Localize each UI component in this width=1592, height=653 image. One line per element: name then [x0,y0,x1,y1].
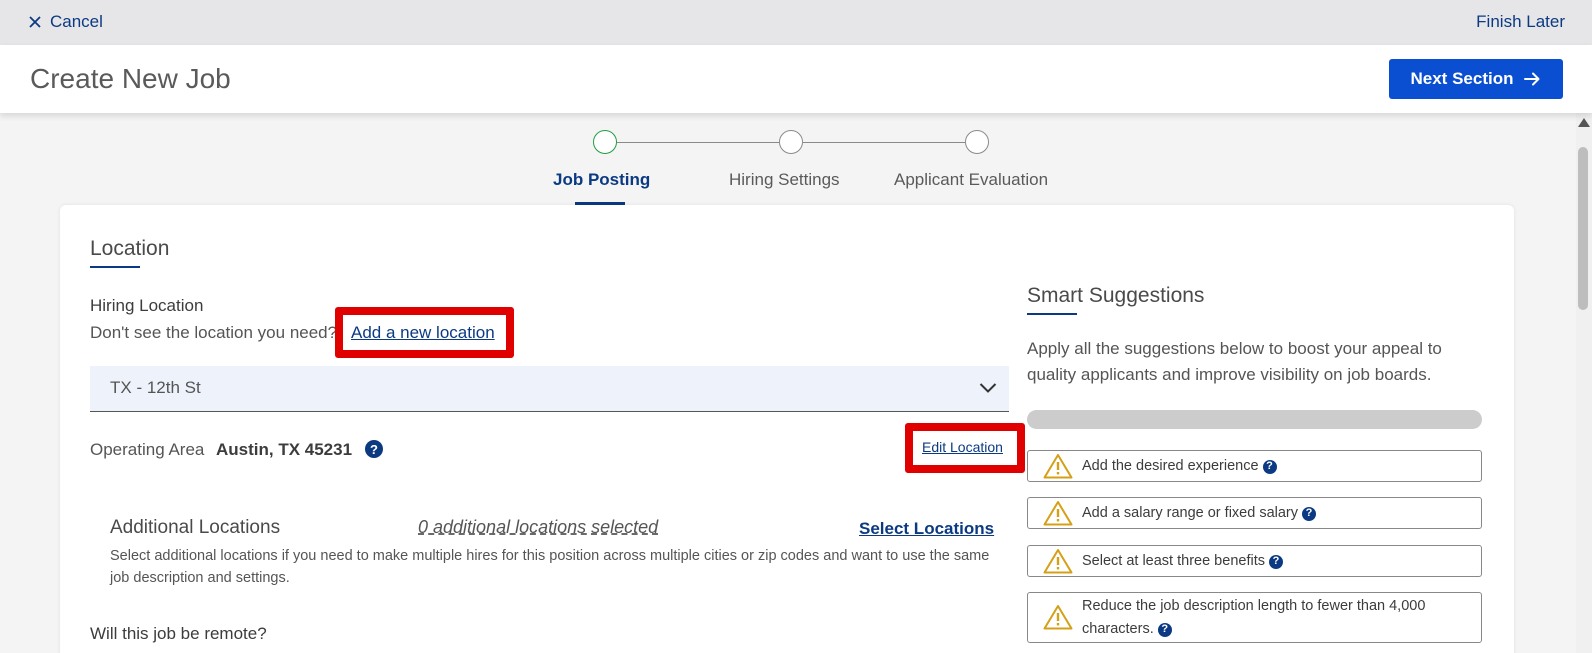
question-circle-icon[interactable]: ? [1302,506,1316,521]
chevron-down-icon [979,383,997,393]
location-section-title: Location [90,237,170,260]
scrollbar-thumb[interactable] [1578,147,1588,310]
smart-suggestions-title: Smart Suggestions [1027,284,1205,307]
smart-suggestions-description: Apply all the suggestions below to boost… [1027,339,1442,384]
hiring-location-value: TX - 12th St [110,378,201,397]
question-circle-icon[interactable]: ? [1262,459,1277,474]
hiring-location-select[interactable]: TX - 12th St [90,366,1009,412]
warning-triangle-icon [1043,549,1073,574]
hiring-location-label: Hiring Location [90,296,204,315]
operating-area-label: Operating Area [90,440,205,459]
suggestions-progress-bar [1027,410,1482,429]
question-circle-icon[interactable]: ? [1268,554,1283,569]
suggestion-item[interactable]: Select at least three benefits? [1027,545,1482,577]
step-applicant-evaluation[interactable]: Applicant Evaluation [894,170,1048,190]
cancel-label: Cancel [50,12,103,31]
additional-locations-count[interactable]: 0 additional locations selected [418,517,658,538]
warning-triangle-icon [1043,454,1073,479]
next-section-button[interactable]: Next Section [1389,59,1563,99]
additional-locations-description: Select additional locations if you need … [110,548,990,586]
operating-area-value: Austin, TX 45231 [216,440,353,459]
arrow-right-icon [1524,72,1540,86]
section-title-underline [90,266,140,268]
suggestion-text: Add a salary range or fixed salary [1082,505,1298,521]
suggestion-item[interactable]: Add a salary range or fixed salary? [1027,497,1482,529]
close-icon [29,16,41,28]
warning-triangle-icon [1043,605,1073,630]
remote-question: Will this job be remote? [90,624,267,643]
step-hiring-settings[interactable]: Hiring Settings [729,170,840,190]
suggestion-text: Reduce the job description length to few… [1082,598,1426,637]
step-circle-job-posting[interactable] [593,130,617,154]
suggestion-item[interactable]: Add the desired experience? [1027,450,1482,482]
title-bar: Create New Job Next Section [0,45,1592,113]
step-circle-hiring-settings[interactable] [779,130,803,154]
suggestion-text: Select at least three benefits [1082,553,1265,569]
question-circle-icon[interactable]: ? [1157,622,1172,637]
step-circle-applicant-evaluation[interactable] [965,130,989,154]
top-bar: Cancel Finish Later [0,0,1592,45]
suggestion-text: Add the desired experience [1082,458,1259,474]
edit-location-link[interactable]: Edit Location [922,439,1003,455]
finish-later-button[interactable]: Finish Later [1476,12,1565,32]
scroll-up-arrow[interactable] [1578,118,1590,127]
section-title-underline [1027,313,1077,315]
warning-triangle-icon [1043,501,1073,526]
question-circle-icon[interactable]: ? [365,440,383,458]
suggestion-item[interactable]: Reduce the job description length to few… [1027,592,1482,643]
page-title: Create New Job [30,63,231,94]
select-locations-link[interactable]: Select Locations [859,519,994,539]
missing-location-prompt: Don't see the location you need? [90,323,338,342]
step-job-posting[interactable]: Job Posting [553,170,650,190]
additional-locations-title: Additional Locations [110,517,281,538]
next-section-label: Next Section [1410,69,1514,88]
cancel-button[interactable]: Cancel [28,12,103,32]
add-new-location-link[interactable]: Add a new location [351,323,495,343]
stepper-connector [803,142,965,143]
stepper-connector [617,142,779,143]
